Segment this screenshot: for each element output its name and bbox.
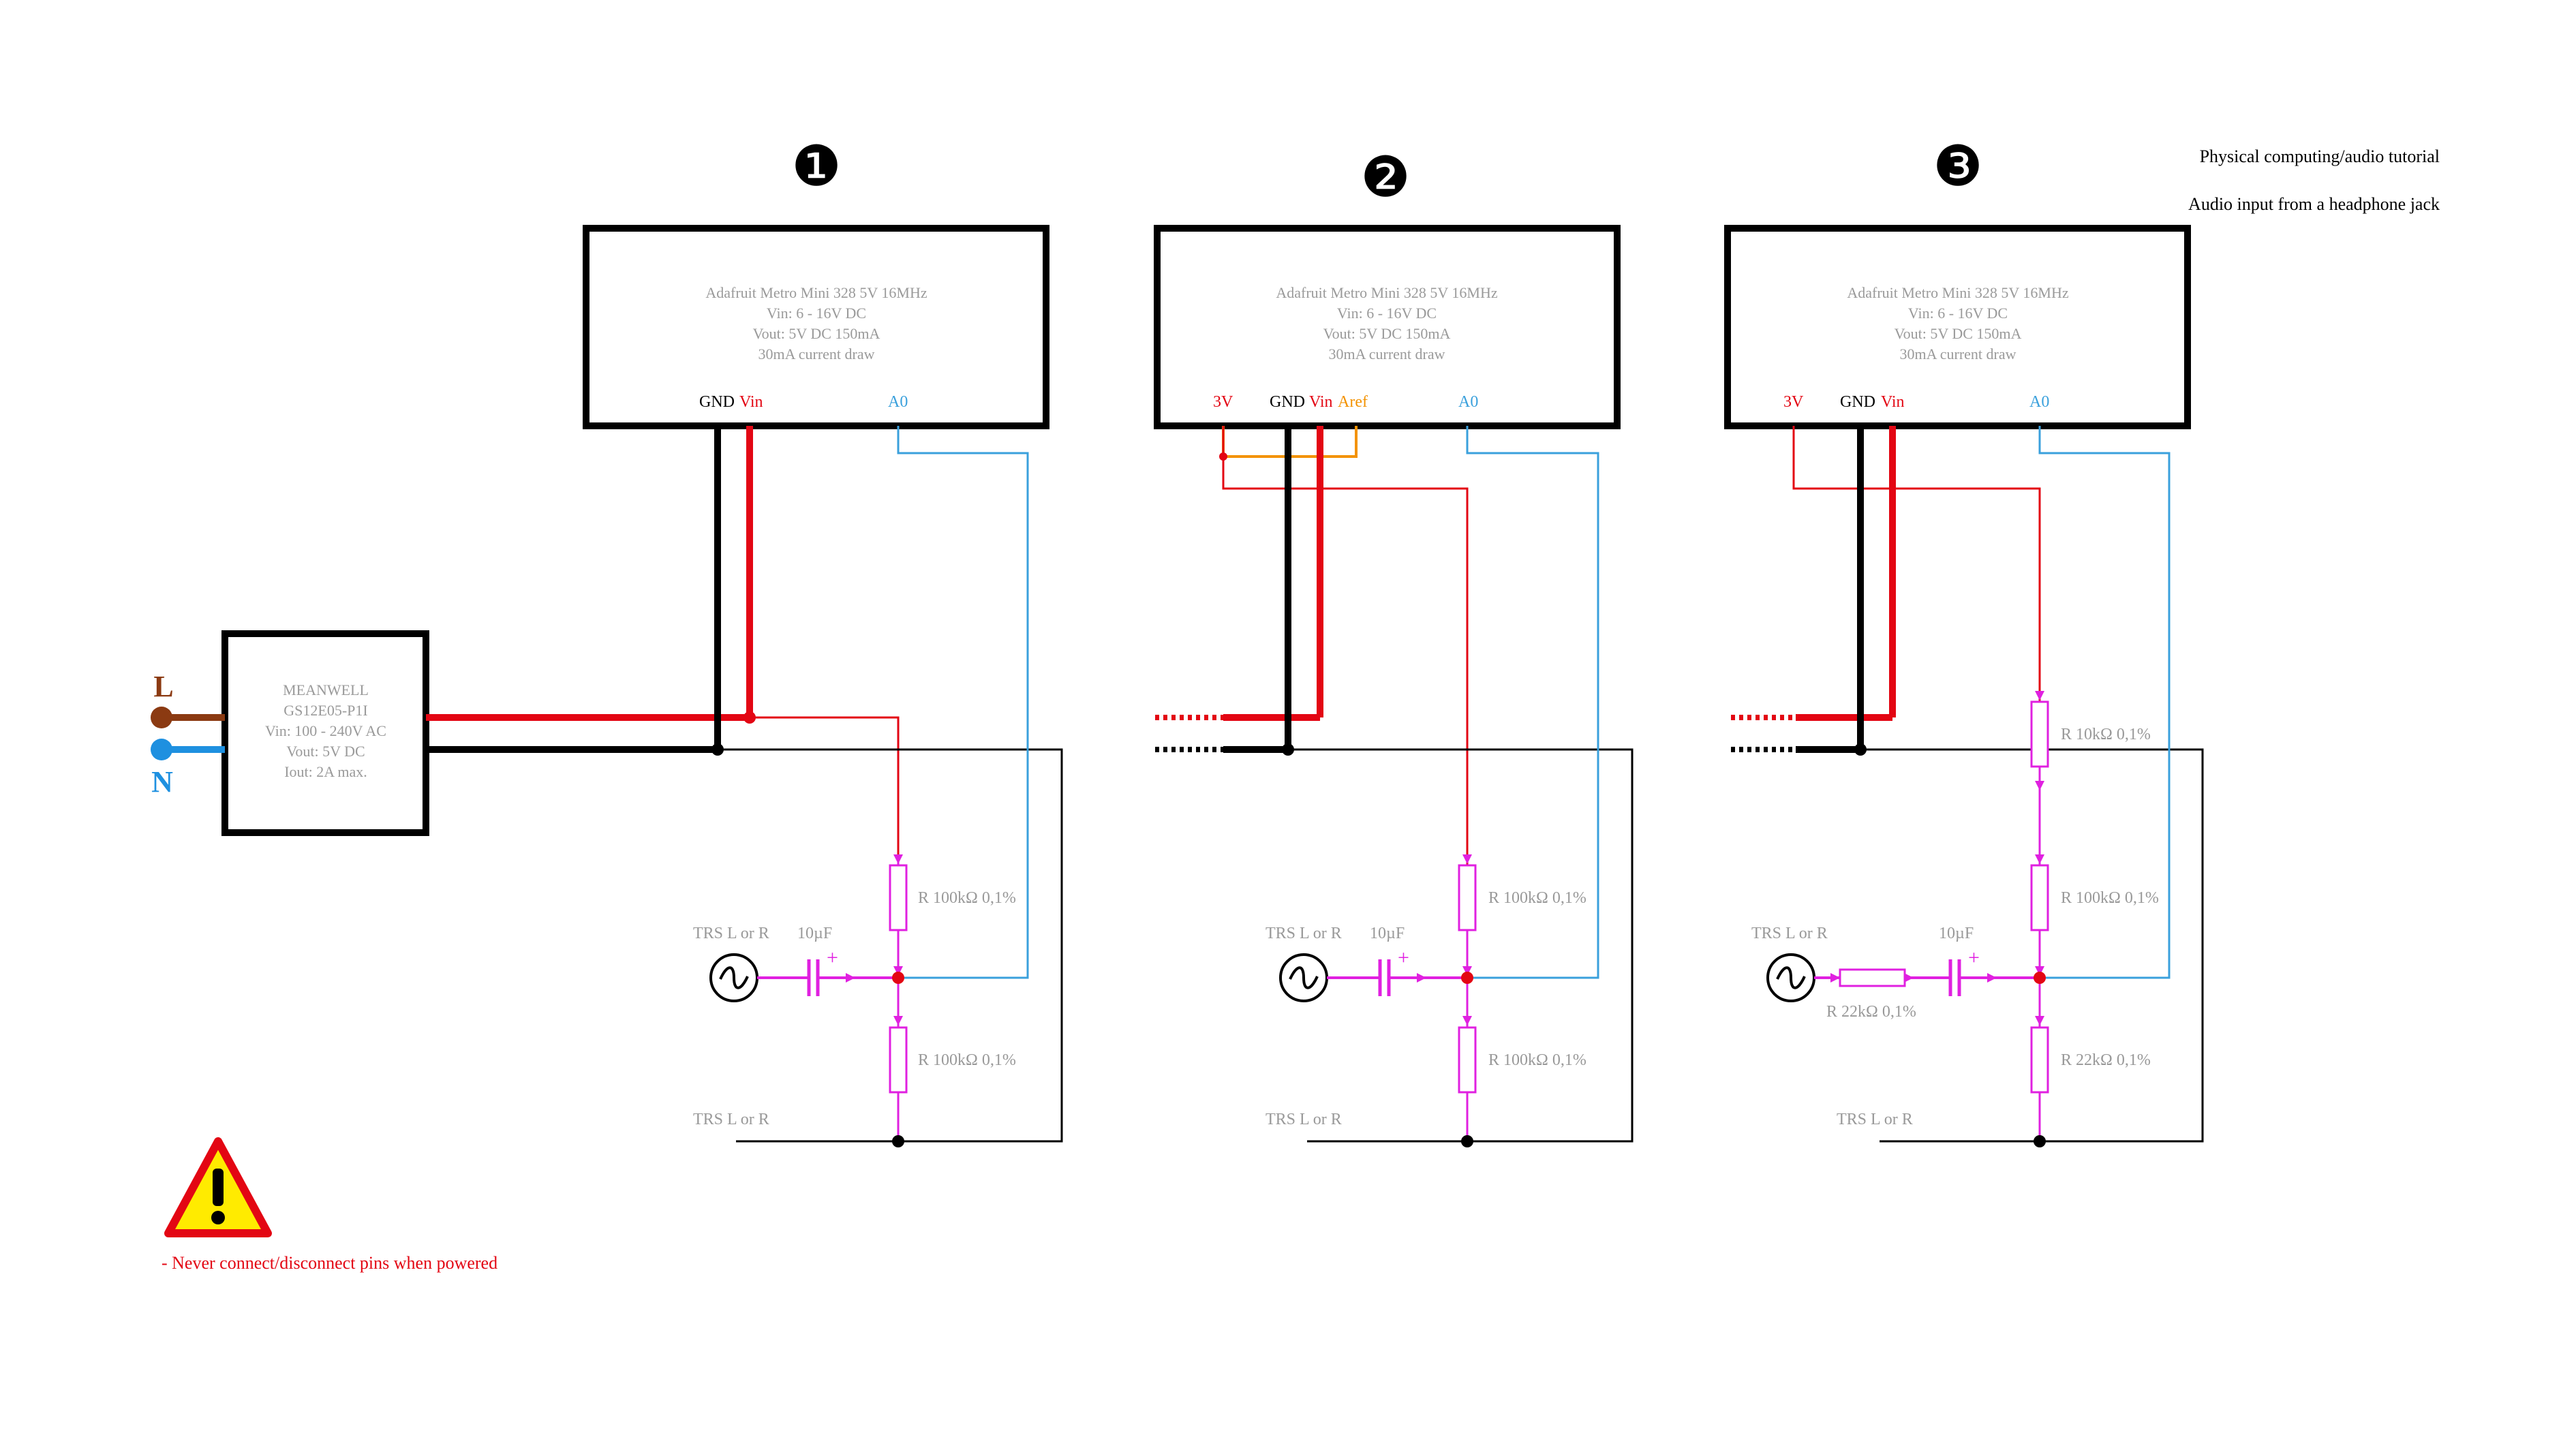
circuit-3: ❸ Adafruit Metro Mini 328 5V 16MHz Vin: … — [1724, 136, 2204, 1147]
board-2-line1: Adafruit Metro Mini 328 5V 16MHz — [1276, 284, 1498, 301]
c3-r-top-label: R 100kΩ 0,1% — [2061, 889, 2159, 907]
c3-resistor-pot — [2030, 700, 2049, 768]
c3-pin-3v: 3V — [1783, 393, 1804, 411]
neutral-label: N — [151, 765, 173, 799]
schematic-diagram: Physical computing/audio tutorial Audio … — [151, 136, 2440, 1273]
board-3-line2: Vin: 6 - 16V DC — [1908, 305, 2008, 322]
c1-r-top-label: R 100kΩ 0,1% — [918, 889, 1016, 907]
c2-pin-aref: Aref — [1338, 393, 1368, 411]
board-3-line3: Vout: 5V DC 150mA — [1895, 325, 2022, 342]
c2-pin-3v: 3V — [1213, 393, 1233, 411]
c2-r-top-label: R 100kΩ 0,1% — [1488, 889, 1586, 907]
psu-line4: Vout: 5V DC — [286, 743, 365, 760]
c2-r-bottom-label: R 100kΩ 0,1% — [1488, 1051, 1586, 1069]
c2-ground-label: TRS L or R — [1266, 1111, 1342, 1128]
c1-resistor-bottom — [889, 1026, 908, 1094]
c1-resistor-top — [889, 864, 908, 931]
c2-cap-plus: + — [1398, 946, 1409, 969]
c3-cap-plus: + — [1968, 946, 1980, 969]
circuit-1: ❶ Adafruit Metro Mini 328 5V 16MHz Vin: … — [426, 136, 1063, 1147]
c3-r-series-label: R 22kΩ 0,1% — [1826, 1003, 1916, 1021]
board-2-line2: Vin: 6 - 16V DC — [1337, 305, 1437, 322]
c1-gnd-node — [892, 1135, 904, 1147]
c1-divider-feed — [750, 716, 900, 865]
c1-pin-gnd: GND — [699, 393, 735, 411]
circuit-1-number: ❶ — [791, 136, 842, 198]
c3-3v-feed — [1792, 426, 2041, 702]
psu-line5: Iout: 2A max. — [284, 763, 367, 780]
c1-source-label: TRS L or R — [693, 925, 769, 942]
c3-resistor-series — [1839, 968, 1906, 987]
board-1-line4: 30mA current draw — [758, 345, 874, 362]
warning: - Never connect/disconnect pins when pow… — [162, 1137, 497, 1273]
live-terminal — [151, 707, 172, 728]
c3-cap-label: 10µF — [1939, 925, 1974, 942]
psu-line2: GS12E05-P1I — [283, 702, 367, 719]
board-3-line1: Adafruit Metro Mini 328 5V 16MHz — [1847, 284, 2069, 301]
c1-r-bottom-label: R 100kΩ 0,1% — [918, 1051, 1016, 1069]
c2-resistor-bottom — [1458, 1026, 1477, 1094]
c2-3v-feed — [1222, 426, 1469, 865]
c3-ground-label: TRS L or R — [1837, 1111, 1913, 1128]
schematic-canvas: Physical computing/audio tutorial Audio … — [0, 0, 2576, 1449]
c1-ground-label: TRS L or R — [693, 1111, 769, 1128]
c2-cap-label: 10µF — [1370, 925, 1405, 942]
c1-pin-a0: A0 — [888, 393, 908, 411]
c2-pin-a0: A0 — [1458, 393, 1478, 411]
c3-resistor-top — [2030, 864, 2049, 931]
c3-source-label: TRS L or R — [1751, 925, 1828, 942]
board-2-line3: Vout: 5V DC 150mA — [1323, 325, 1451, 342]
board-2-line4: 30mA current draw — [1328, 345, 1445, 362]
circuit-2: ❷ Adafruit Metro Mini 328 5V 16MHz Vin: … — [1154, 146, 1634, 1147]
c1-cap-plus: + — [827, 946, 838, 969]
c2-resistor-top — [1458, 864, 1477, 931]
live-label: L — [153, 670, 173, 703]
board-1-line2: Vin: 6 - 16V DC — [767, 305, 866, 322]
circuit-3-number: ❸ — [1933, 136, 1983, 198]
c2-pin-gnd: GND — [1270, 393, 1305, 411]
header-title: Physical computing/audio tutorial — [2200, 146, 2440, 166]
circuit-2-number: ❷ — [1360, 146, 1411, 208]
c3-r-bottom-label: R 22kΩ 0,1% — [2061, 1051, 2151, 1069]
c2-source-label: TRS L or R — [1266, 925, 1342, 942]
c3-pin-a0: A0 — [2029, 393, 2049, 411]
c1-arrow3 — [893, 1016, 903, 1025]
board-1-line1: Adafruit Metro Mini 328 5V 16MHz — [705, 284, 927, 301]
psu-line3: Vin: 100 - 240V AC — [265, 722, 386, 739]
psu-line1: MEANWELL — [283, 681, 369, 698]
c3-resistor-bottom — [2030, 1026, 2049, 1094]
c2-pin-vin: Vin — [1309, 393, 1333, 411]
warning-text: - Never connect/disconnect pins when pow… — [162, 1253, 497, 1273]
c3-pin-gnd: GND — [1840, 393, 1875, 411]
neutral-terminal — [151, 739, 172, 760]
c1-arrow1 — [893, 854, 903, 864]
c3-r-pot-label: R 10kΩ 0,1% — [2061, 726, 2151, 743]
power-supply: MEANWELL GS12E05-P1I Vin: 100 - 240V AC … — [151, 630, 429, 836]
header-subtitle: Audio input from a headphone jack — [2188, 194, 2440, 214]
c1-cap-label: 10µF — [797, 925, 832, 942]
c3-pin-vin: Vin — [1881, 393, 1905, 411]
c1-node — [892, 972, 904, 984]
c1-pin-vin: Vin — [739, 393, 763, 411]
board-3-line4: 30mA current draw — [1899, 345, 2016, 362]
board-1-line3: Vout: 5V DC 150mA — [753, 325, 880, 342]
